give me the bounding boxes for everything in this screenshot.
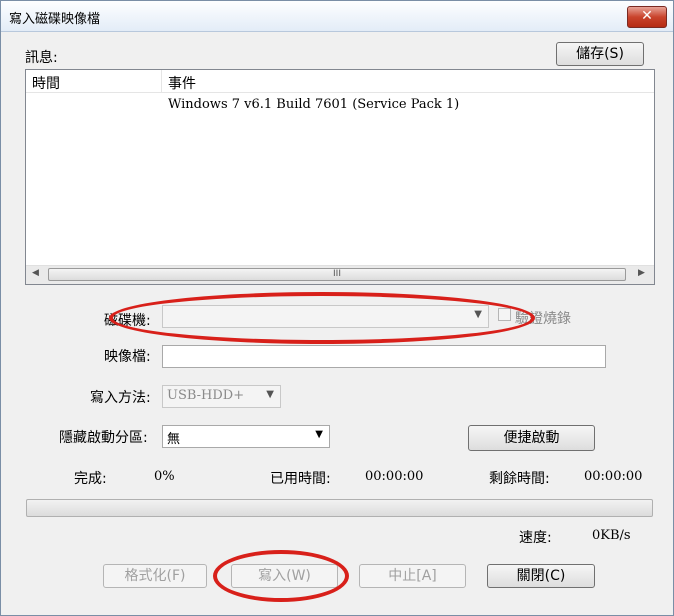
quick-boot-button[interactable]: 便捷啟動: [468, 425, 595, 451]
hidden-partition-value: 無: [167, 432, 181, 447]
done-label: 完成:: [74, 471, 107, 487]
image-file-input[interactable]: [162, 345, 606, 368]
elapsed-value: 00:00:00: [365, 469, 424, 484]
messages-label: 訊息:: [25, 50, 58, 66]
hidden-partition-select[interactable]: 無 ▼: [162, 425, 330, 448]
chevron-down-icon: ▼: [266, 389, 274, 400]
hidden-partition-label: 隱藏啟動分區:: [59, 430, 148, 446]
event-text: Windows 7 v6.1 Build 7601 (Service Pack …: [168, 97, 460, 112]
horizontal-scrollbar[interactable]: ◀ III ▶: [26, 265, 654, 284]
speed-label: 速度:: [519, 530, 552, 546]
scrollbar-thumb[interactable]: III: [48, 268, 626, 281]
annotation-ellipse: [213, 550, 349, 602]
column-header-time[interactable]: 時間: [32, 73, 60, 93]
done-value: 0%: [154, 469, 175, 484]
write-method-label: 寫入方法:: [90, 390, 151, 406]
remaining-label: 剩餘時間:: [489, 471, 550, 487]
column-header-event[interactable]: 事件: [168, 73, 196, 93]
annotation-ellipse: [109, 292, 535, 344]
window-title: 寫入磁碟映像檔: [9, 12, 101, 27]
list-header: 時間 事件: [26, 70, 654, 93]
remaining-value: 00:00:00: [584, 469, 643, 484]
close-window-button[interactable]: ✕: [627, 6, 667, 28]
format-button[interactable]: 格式化(F): [103, 564, 207, 588]
arrow-left-icon[interactable]: ◀: [32, 268, 39, 278]
image-file-label: 映像檔:: [104, 349, 151, 365]
elapsed-label: 已用時間:: [270, 471, 331, 487]
save-button[interactable]: 儲存(S): [556, 42, 644, 66]
write-method-select[interactable]: USB-HDD+ ▼: [162, 385, 281, 408]
progress-bar: [26, 499, 653, 517]
write-disk-image-dialog: 寫入磁碟映像檔 ✕ 訊息: 儲存(S) 時間 事件 Windows 7 v6.1…: [0, 0, 674, 616]
arrow-right-icon[interactable]: ▶: [638, 268, 645, 278]
list-item[interactable]: Windows 7 v6.1 Build 7601 (Service Pack …: [168, 97, 459, 112]
column-divider[interactable]: [161, 70, 162, 92]
chevron-down-icon: ▼: [315, 429, 323, 440]
title-bar: 寫入磁碟映像檔 ✕: [1, 1, 673, 32]
speed-value: 0KB/s: [592, 528, 631, 543]
scroll-grip-icon: III: [333, 269, 341, 279]
message-list: 時間 事件 Windows 7 v6.1 Build 7601 (Service…: [25, 69, 655, 285]
write-method-value: USB-HDD+: [167, 388, 245, 403]
abort-button[interactable]: 中止[A]: [359, 564, 466, 588]
close-icon: ✕: [641, 8, 653, 24]
close-button[interactable]: 關閉(C): [487, 564, 595, 588]
